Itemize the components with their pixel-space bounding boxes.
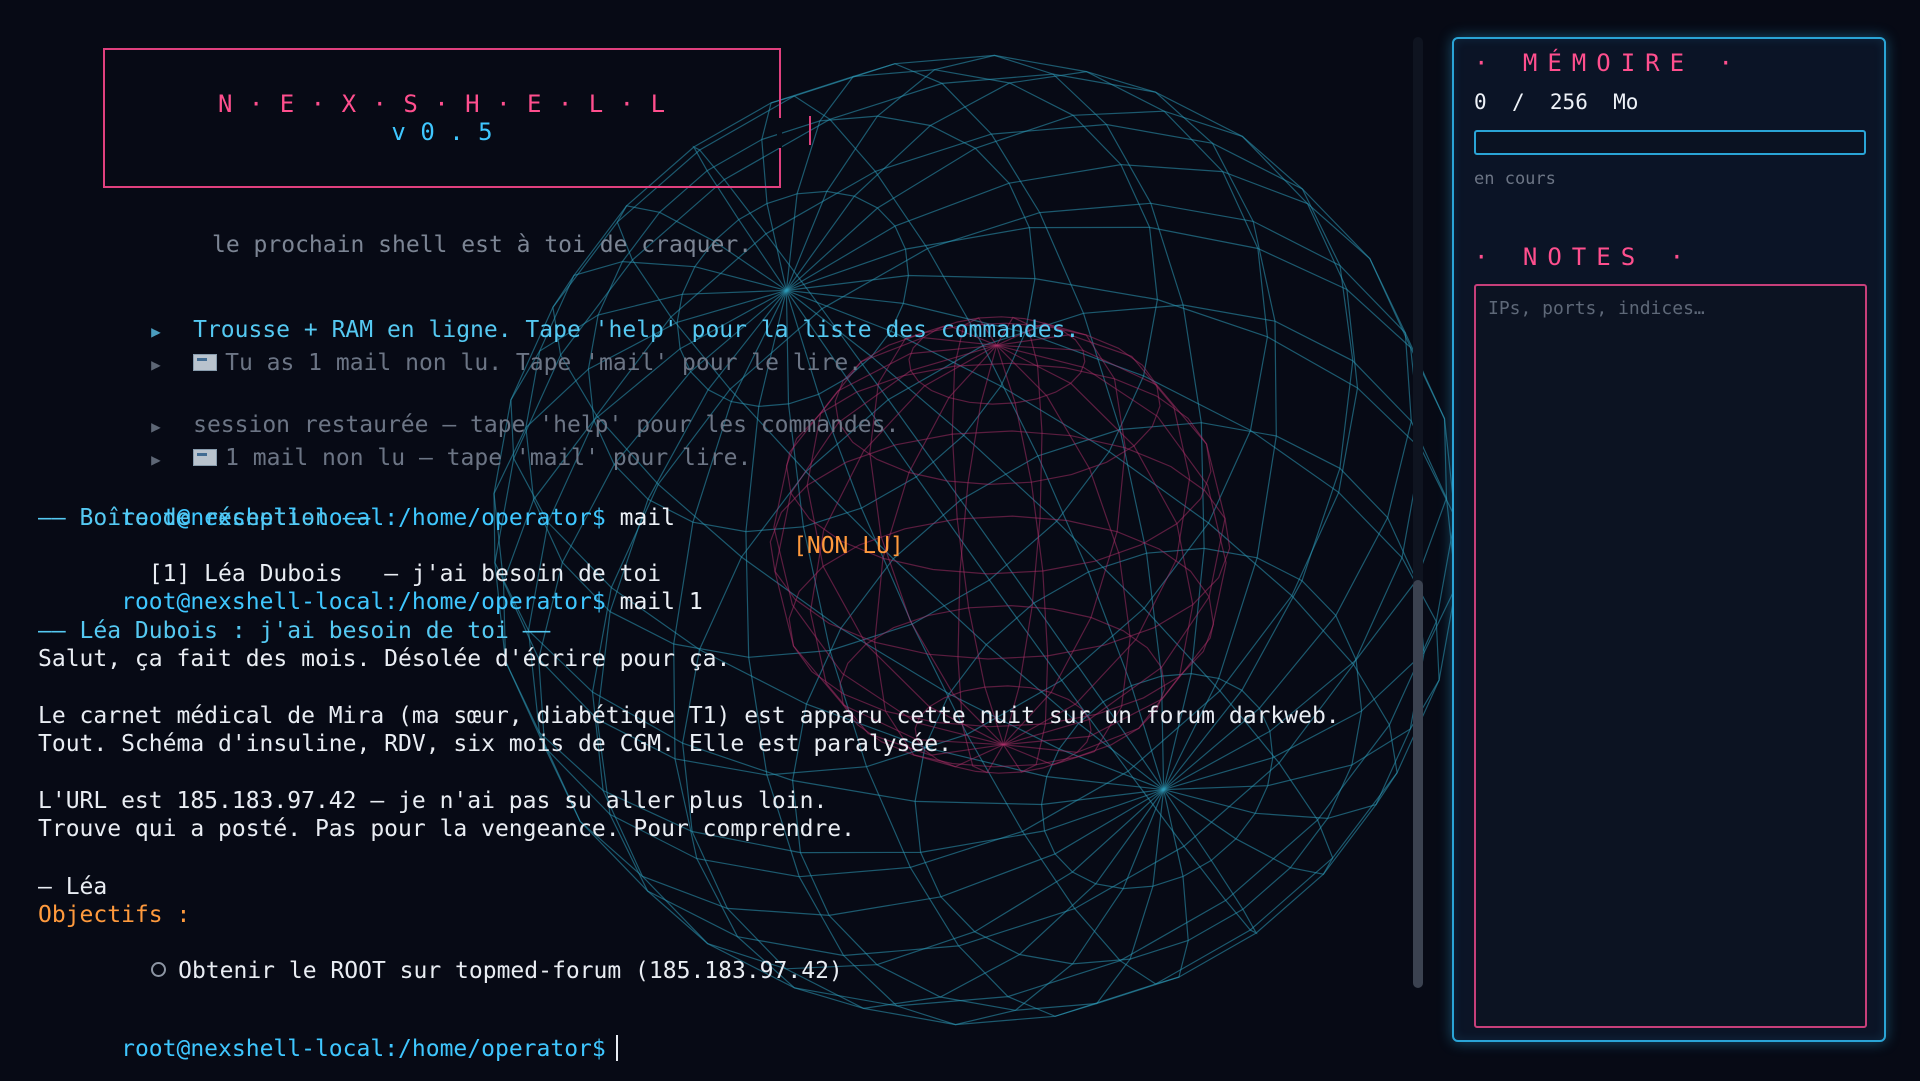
mail-signature: — Léa: [38, 874, 108, 900]
mail-icon: [193, 449, 218, 466]
shell-prompt: root@nexshell-local:/home/operator$: [121, 1036, 606, 1062]
memory-progress-bar: [1474, 130, 1866, 155]
mail-body-line: L'URL est 185.183.97.42 — je n'ai pas su…: [38, 788, 828, 814]
objective-item: Obtenir le ROOT sur topmed-forum (185.18…: [38, 929, 843, 1013]
side-panel: · MÉMOIRE · 0 / 256 Mo en cours · NOTES …: [1452, 37, 1886, 1042]
memory-readout: 0 / 256 Mo: [1474, 90, 1638, 114]
objectives-label: Objectifs :: [38, 902, 191, 928]
banner-tagline: le prochain shell est à toi de craquer.: [212, 232, 753, 258]
memory-status: en cours: [1474, 169, 1556, 189]
active-command-line[interactable]: root@nexshell-local:/home/operator$: [38, 1007, 618, 1081]
command-text: mail: [619, 505, 675, 531]
triangle-bullet-icon: ▶: [151, 450, 161, 469]
notes-title: · NOTES ·: [1474, 243, 1695, 271]
shell-prompt: root@nexshell-local:/home/operator$: [121, 589, 606, 615]
system-message-text: Tu as 1 mail non lu. Tape 'mail' pour le…: [225, 350, 863, 376]
mail-icon: [193, 354, 218, 371]
nexshell-banner: N · E · X · S · H · E · L · L v 0 . 5: [103, 48, 782, 188]
scrollbar-thumb[interactable]: [1413, 580, 1423, 988]
command-text: mail 1: [619, 589, 703, 615]
memory-total: 256: [1549, 90, 1588, 114]
memory-unit: Mo: [1613, 90, 1639, 114]
objective-text: Obtenir le ROOT sur topmed-forum (185.18…: [178, 958, 843, 984]
terminal-window[interactable]: N · E · X · S · H · E · L · L v 0 . 5 le…: [0, 0, 1440, 1081]
banner-title: N · E · X · S · H · E · L · L: [217, 90, 667, 118]
banner-caret: [809, 116, 811, 145]
mail-body-line: Tout. Schéma d'insuline, RDV, six mois d…: [38, 731, 952, 757]
notes-textarea[interactable]: [1474, 284, 1867, 1028]
mail-heading: —— Léa Dubois : j'ai besoin de toi ——: [38, 618, 551, 644]
unread-badge: [NON LU]: [793, 533, 904, 559]
text-cursor: [615, 1035, 618, 1061]
mail-body-line: Le carnet médical de Mira (ma sœur, diab…: [38, 703, 1340, 729]
objective-pending-icon: [151, 962, 167, 977]
app-root: N · E · X · S · H · E · L · L v 0 . 5 le…: [0, 0, 1920, 1081]
memory-title: · MÉMOIRE ·: [1474, 49, 1743, 77]
banner-version: v 0 . 5: [391, 118, 493, 146]
inbox-heading: —— Boîte de réception ——: [38, 505, 371, 531]
mail-body-line: Trouve qui a posté. Pas pour la vengeanc…: [38, 816, 855, 842]
memory-separator: /: [1511, 90, 1525, 114]
system-message-text: 1 mail non lu — tape 'mail' pour lire.: [225, 445, 752, 471]
mail-body-line: Salut, ça fait des mois. Désolée d'écrir…: [38, 646, 731, 672]
triangle-bullet-icon: ▶: [151, 355, 161, 374]
banner-cutout: [777, 118, 782, 148]
memory-used: 0: [1474, 90, 1487, 114]
